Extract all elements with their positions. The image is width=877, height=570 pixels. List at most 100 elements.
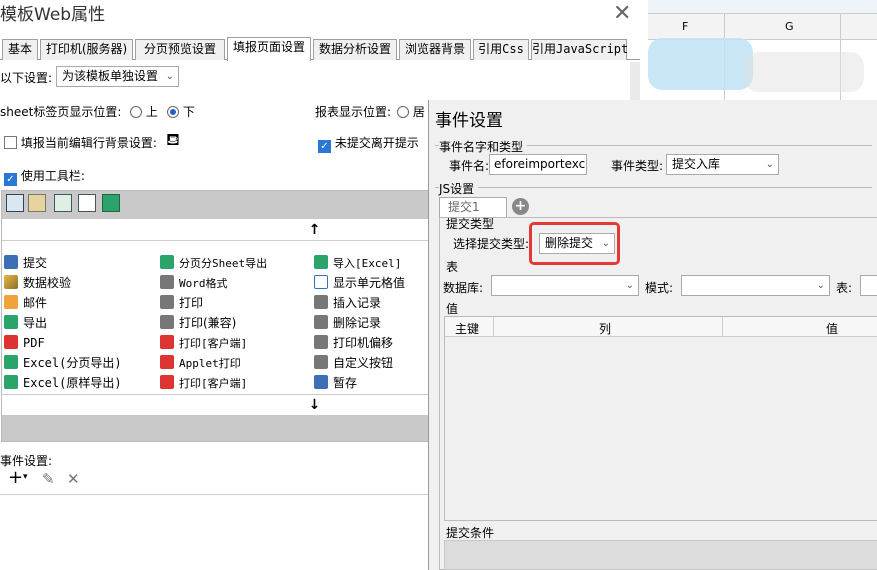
toolbar-item-submit[interactable]: 提交 bbox=[4, 253, 47, 273]
submit-condition-label: 提交条件 bbox=[446, 526, 495, 540]
column-header-key[interactable]: 主键 bbox=[455, 320, 479, 337]
cell-icon bbox=[314, 275, 328, 289]
add-tab-icon[interactable]: + bbox=[512, 198, 529, 215]
toolbar-preview-strip[interactable] bbox=[2, 191, 447, 219]
excel-icon bbox=[160, 255, 174, 269]
event-name-input[interactable]: eforeimportexcel bbox=[489, 154, 587, 175]
js-tab-submit1[interactable]: 提交1 bbox=[439, 197, 507, 217]
toolbar-bottom-strip bbox=[2, 415, 447, 441]
column-header-f[interactable]: F bbox=[682, 20, 688, 33]
radio-top-label: 上 bbox=[145, 105, 158, 119]
toolbar-item-applet-print[interactable]: Applet打印 bbox=[160, 353, 241, 373]
value-table[interactable]: 主键 列 值 bbox=[444, 316, 877, 521]
chevron-down-icon: ⌄ bbox=[816, 280, 825, 291]
tab-fill-page-settings[interactable]: 填报页面设置 bbox=[227, 37, 311, 61]
move-up-button[interactable]: ↑ bbox=[2, 219, 447, 241]
column-header-column[interactable]: 列 bbox=[599, 320, 611, 337]
toolbar-item-printer-offset[interactable]: 打印机偏移 bbox=[314, 333, 393, 353]
edit-row-bg-label: 填报当前编辑行背景设置: bbox=[20, 136, 157, 150]
export-icon[interactable] bbox=[54, 194, 72, 212]
item-label: 插入记录 bbox=[333, 296, 382, 310]
toolbar-item-custom-button[interactable]: 自定义按钮 bbox=[314, 353, 393, 373]
toolbar-item-email[interactable]: 邮件 bbox=[4, 293, 47, 313]
toolbar-item-export[interactable]: 导出 bbox=[4, 313, 47, 333]
chevron-down-icon[interactable]: ▾ bbox=[23, 472, 28, 482]
unsubmitted-prompt-setting[interactable]: ✓ 未提交离开提示 bbox=[318, 134, 419, 153]
toolbar-item-excel-original-export[interactable]: Excel(原样导出) bbox=[4, 373, 122, 393]
radio-report-position[interactable] bbox=[397, 106, 409, 118]
event-type-select[interactable]: 提交入库 ⌄ bbox=[666, 154, 779, 175]
pencil-icon[interactable] bbox=[28, 194, 46, 212]
tab-page-preview[interactable]: 分页预览设置 bbox=[135, 39, 225, 60]
add-event-icon[interactable]: + bbox=[8, 467, 23, 488]
item-label: 暂存 bbox=[333, 376, 358, 390]
item-label: PDF bbox=[23, 336, 45, 350]
use-toolbar-label: 使用工具栏: bbox=[20, 169, 85, 183]
save-icon bbox=[314, 375, 328, 389]
applet-icon bbox=[160, 355, 174, 369]
database-select[interactable]: ⌄ bbox=[491, 275, 639, 296]
settings-select-value: 为该模板单独设置 bbox=[62, 69, 159, 83]
select-submit-type-label: 选择提交类型: bbox=[453, 237, 530, 251]
table-name-select[interactable] bbox=[860, 275, 877, 296]
toolbar-item-print[interactable]: 打印 bbox=[160, 293, 203, 313]
delete-event-icon[interactable]: ✕ bbox=[67, 470, 80, 488]
column-header-value[interactable]: 值 bbox=[826, 320, 838, 337]
event-list[interactable] bbox=[0, 494, 440, 570]
item-label: Excel(分页导出) bbox=[23, 356, 122, 370]
radio-bottom[interactable] bbox=[167, 106, 179, 118]
printer-icon bbox=[160, 315, 174, 329]
move-down-button[interactable]: ↓ bbox=[2, 394, 447, 414]
toolbar-item-delete-record[interactable]: 删除记录 bbox=[314, 313, 381, 333]
tab-javascript[interactable]: 引用JavaScript bbox=[531, 39, 628, 60]
tab-data-analysis[interactable]: 数据分析设置 bbox=[313, 39, 397, 60]
toolbar-item-import-excel[interactable]: 导入[Excel] bbox=[314, 253, 401, 273]
submit-condition-area[interactable] bbox=[444, 540, 877, 570]
edit-event-icon[interactable]: ✎ bbox=[42, 470, 55, 488]
toolbar-item-save-draft[interactable]: 暂存 bbox=[314, 373, 357, 393]
word-icon bbox=[160, 275, 174, 289]
database-label: 数据库: bbox=[443, 281, 484, 295]
unsubmitted-prompt-checkbox[interactable]: ✓ bbox=[318, 140, 331, 153]
edit-row-bg-setting[interactable]: 填报当前编辑行背景设置: bbox=[4, 134, 157, 151]
column-header-g[interactable]: G bbox=[785, 20, 794, 33]
tab-browser-background[interactable]: 浏览器背景 bbox=[399, 39, 471, 60]
blank-icon[interactable] bbox=[78, 194, 96, 212]
tab-printer-server[interactable]: 打印机(服务器) bbox=[40, 39, 133, 60]
close-icon[interactable]: ✕ bbox=[613, 1, 631, 26]
submit-type-select[interactable]: 删除提交 ⌄ bbox=[539, 233, 615, 254]
report-position-option[interactable]: 居 bbox=[397, 103, 425, 120]
unsubmitted-prompt-label: 未提交离开提示 bbox=[334, 136, 419, 150]
excel-icon bbox=[4, 355, 18, 369]
item-label: 分页分Sheet导出 bbox=[179, 257, 268, 270]
name-type-group-label: 事件名字和类型 bbox=[439, 138, 528, 155]
use-toolbar-setting[interactable]: ✓ 使用工具栏: bbox=[4, 167, 85, 186]
sheet-position-bottom[interactable]: 下 bbox=[167, 103, 195, 120]
item-label: 显示单元格值 bbox=[333, 276, 406, 290]
toolbar-item-validate[interactable]: 数据校验 bbox=[4, 273, 71, 293]
toolbar-item-excel-page-export[interactable]: Excel(分页导出) bbox=[4, 353, 122, 373]
excel-icon[interactable] bbox=[102, 194, 120, 212]
toolbar-item-print-client[interactable]: 打印[客户端] bbox=[160, 333, 247, 353]
toolbar-item-word[interactable]: Word格式 bbox=[160, 273, 228, 293]
toolbar-item-show-cell-value[interactable]: 显示单元格值 bbox=[314, 273, 405, 293]
toolbar-item-print-compatible[interactable]: 打印(兼容) bbox=[160, 313, 236, 333]
paint-bucket-icon[interactable]: ⛾ bbox=[166, 130, 180, 152]
toolbar-item-print-client-2[interactable]: 暂存打印[客户端] bbox=[160, 373, 247, 393]
use-toolbar-checkbox[interactable]: ✓ bbox=[4, 173, 17, 186]
toolbar-item-insert-record[interactable]: 插入记录 bbox=[314, 293, 381, 313]
settings-select[interactable]: 为该模板单独设置 ⌄ bbox=[56, 66, 179, 87]
tab-css[interactable]: 引用Css bbox=[473, 39, 529, 60]
toolbar-item-pdf[interactable]: PDF bbox=[4, 333, 45, 353]
tab-basic[interactable]: 基本 bbox=[2, 39, 38, 60]
value-table-header: 主键 列 值 bbox=[445, 317, 877, 337]
radio-top[interactable] bbox=[130, 106, 142, 118]
window-title: 模板Web属性 bbox=[0, 5, 106, 25]
save-icon[interactable] bbox=[6, 194, 24, 212]
sheet-position-top[interactable]: 上 bbox=[130, 103, 158, 120]
schema-select[interactable]: ⌄ bbox=[681, 275, 830, 296]
toolbar-item-page-sheet-export[interactable]: 分页分Sheet导出 bbox=[160, 253, 267, 273]
submit-type-value: 删除提交 bbox=[545, 236, 594, 250]
edit-row-bg-checkbox[interactable] bbox=[4, 136, 17, 149]
item-label: 打印[客户端] bbox=[179, 377, 248, 390]
